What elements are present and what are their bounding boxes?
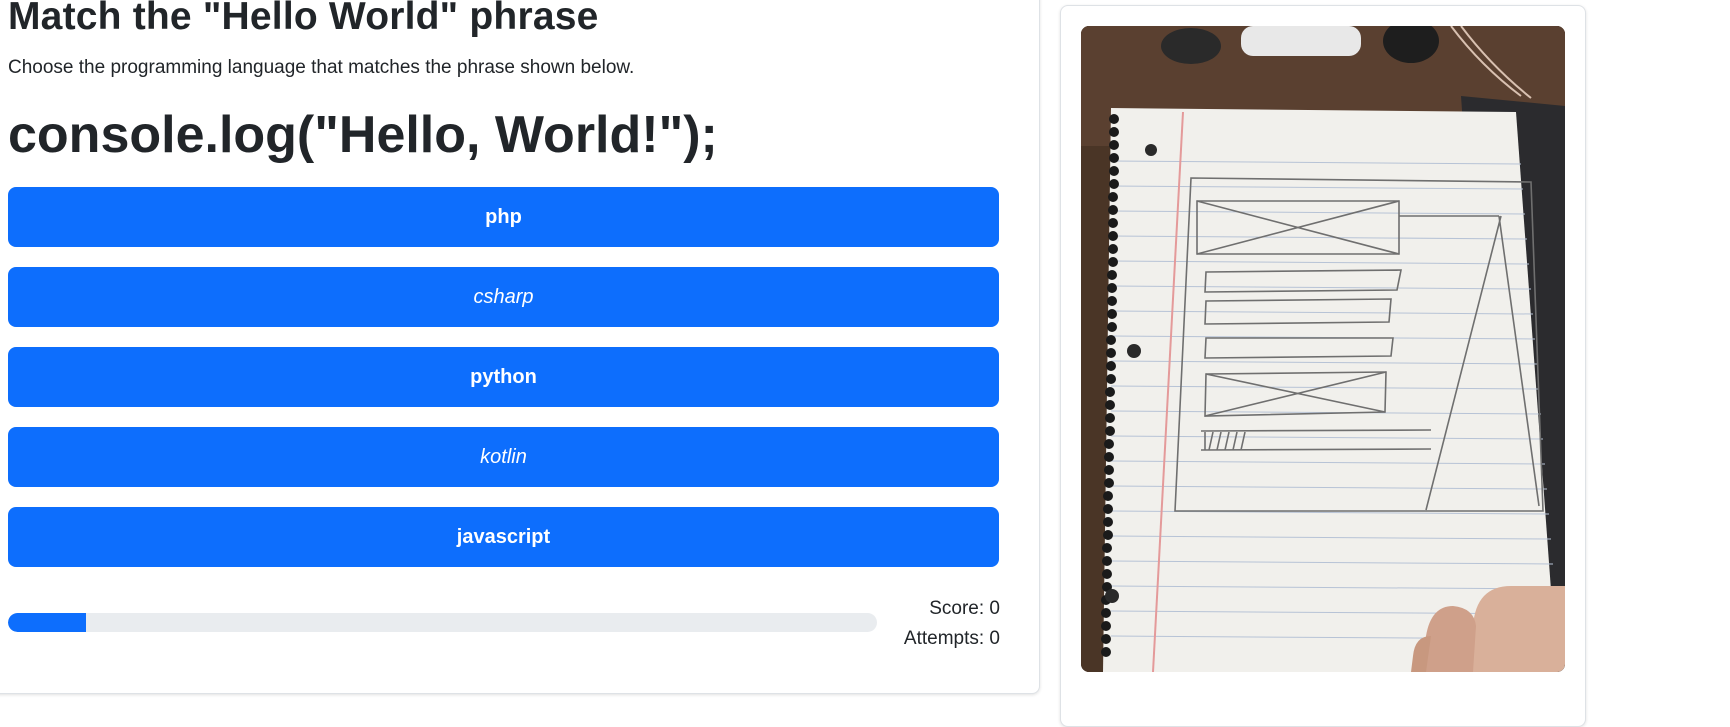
choice-list: php csharp python kotlin javascript: [8, 187, 999, 587]
notebook-sketch-photo: [1081, 26, 1565, 672]
stats-panel: Score: 0 Attempts: 0: [904, 594, 1000, 654]
instructions-text: Choose the programming language that mat…: [8, 57, 635, 78]
progress-bar-fill: [8, 613, 87, 632]
choice-button-python[interactable]: python: [8, 347, 999, 407]
choice-button-php[interactable]: php: [8, 187, 999, 247]
choice-button-javascript[interactable]: javascript: [8, 507, 999, 567]
score-text: Score: 0: [929, 598, 1000, 619]
code-phrase: console.log("Hello, World!");: [8, 106, 718, 164]
choice-button-csharp[interactable]: csharp: [8, 267, 999, 327]
progress-bar: [8, 613, 877, 632]
notebook-sketch-image: [1081, 26, 1565, 672]
choice-button-kotlin[interactable]: kotlin: [8, 427, 999, 487]
page-title: Match the "Hello World" phrase: [8, 0, 599, 38]
attempts-text: Attempts: 0: [903, 628, 1000, 649]
